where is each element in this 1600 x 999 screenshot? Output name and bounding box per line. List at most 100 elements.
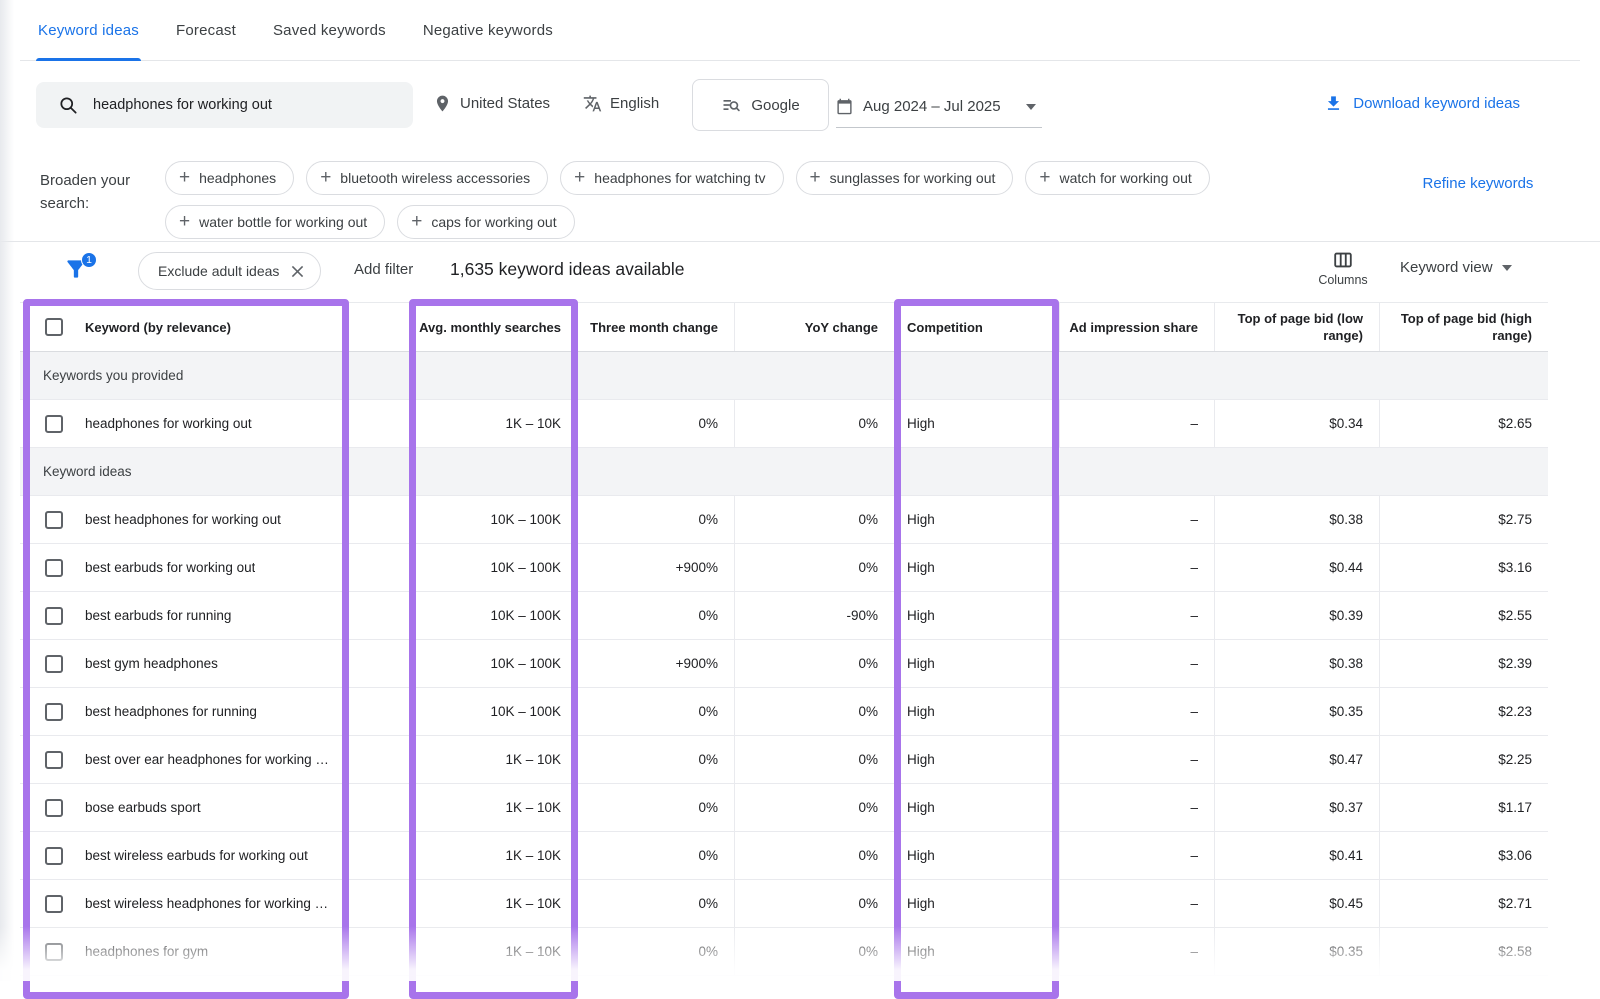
competition-cell: High xyxy=(895,784,1060,831)
keyword-text: best wireless headphones for working … xyxy=(85,896,328,911)
bid-high-cell: $2.39 xyxy=(1380,640,1548,687)
header-bid-low[interactable]: Top of page bid (low range) xyxy=(1215,303,1380,351)
table-body: Keywords you providedheadphones for work… xyxy=(20,352,1548,976)
translate-icon xyxy=(583,94,602,113)
three-month-change-cell: 0% xyxy=(578,496,735,543)
date-range-selector[interactable]: Aug 2024 – Jul 2025 xyxy=(836,86,1042,128)
table-row: best wireless earbuds for working out1K … xyxy=(20,832,1548,880)
location-label: United States xyxy=(460,95,550,112)
broaden-chip-list: +headphones +bluetooth wireless accessori… xyxy=(165,161,1280,239)
avg-monthly-searches-cell: 10K – 100K xyxy=(410,544,578,591)
filter-button[interactable]: 1 xyxy=(63,256,95,288)
header-bid-high[interactable]: Top of page bid (high range) xyxy=(1380,303,1548,351)
calendar-icon xyxy=(836,98,853,115)
broaden-chip-water-bottle-for-working-out[interactable]: +water bottle for working out xyxy=(165,205,385,239)
columns-icon xyxy=(1332,249,1354,271)
header-ad-impression-share[interactable]: Ad impression share xyxy=(1060,303,1215,351)
row-checkbox[interactable] xyxy=(45,607,63,625)
left-edge-shade xyxy=(0,0,14,981)
row-checkbox[interactable] xyxy=(45,559,63,577)
keyword-text: best headphones for working out xyxy=(85,512,281,527)
yoy-change-cell: 0% xyxy=(735,544,895,591)
row-checkbox[interactable] xyxy=(45,751,63,769)
table-header-row: Keyword (by relevance) Avg. monthly sear… xyxy=(20,302,1548,352)
add-filter-button[interactable]: Add filter xyxy=(354,261,413,278)
ad-impression-share-cell: – xyxy=(1060,544,1215,591)
keyword-text: bose earbuds sport xyxy=(85,800,201,815)
bid-low-cell: $0.47 xyxy=(1215,736,1380,783)
location-selector[interactable]: United States xyxy=(433,94,550,113)
ad-impression-share-cell: – xyxy=(1060,640,1215,687)
header-spacer xyxy=(348,303,410,351)
header-avg-monthly-searches[interactable]: Avg. monthly searches xyxy=(410,303,578,351)
avg-monthly-searches-cell: 10K – 100K xyxy=(410,688,578,735)
chevron-down-icon xyxy=(1026,104,1036,110)
row-checkbox[interactable] xyxy=(45,799,63,817)
row-checkbox[interactable] xyxy=(45,511,63,529)
broaden-chip-headphones[interactable]: +headphones xyxy=(165,161,294,195)
download-keyword-ideas-button[interactable]: Download keyword ideas xyxy=(1324,94,1520,113)
tab-forecast[interactable]: Forecast xyxy=(176,0,236,61)
section-header-keyword-ideas: Keyword ideas xyxy=(20,448,1548,496)
bid-high-cell: $2.75 xyxy=(1380,496,1548,543)
keyword-cell: best wireless headphones for working … xyxy=(20,880,348,927)
bid-low-cell: $0.45 xyxy=(1215,880,1380,927)
exclude-adult-ideas-chip[interactable]: Exclude adult ideas xyxy=(138,252,321,290)
table-row: best earbuds for running10K – 100K0%-90%… xyxy=(20,592,1548,640)
header-yoy-change[interactable]: YoY change xyxy=(735,303,895,351)
bid-low-cell: $0.37 xyxy=(1215,784,1380,831)
network-selector[interactable]: Google xyxy=(692,79,829,131)
header-competition[interactable]: Competition xyxy=(895,303,1060,351)
avg-monthly-searches-cell: 1K – 10K xyxy=(410,736,578,783)
row-checkbox[interactable] xyxy=(45,847,63,865)
broaden-chip-sunglasses-for-working-out[interactable]: +sunglasses for working out xyxy=(796,161,1014,195)
broaden-chip-caps-for-working-out[interactable]: +caps for working out xyxy=(397,205,574,239)
broaden-chip-watch-for-working-out[interactable]: +watch for working out xyxy=(1025,161,1209,195)
columns-button[interactable]: Columns xyxy=(1310,249,1376,287)
broaden-chip-bluetooth-wireless-accessories[interactable]: +bluetooth wireless accessories xyxy=(306,161,548,195)
ad-impression-share-cell: – xyxy=(1060,880,1215,927)
competition-cell: High xyxy=(895,496,1060,543)
row-checkbox[interactable] xyxy=(45,703,63,721)
ad-impression-share-cell: – xyxy=(1060,496,1215,543)
row-checkbox[interactable] xyxy=(45,655,63,673)
avg-monthly-searches-cell: 1K – 10K xyxy=(410,784,578,831)
keyword-view-dropdown[interactable]: Keyword view xyxy=(1400,259,1512,276)
avg-monthly-searches-cell: 10K – 100K xyxy=(410,496,578,543)
filter-count-badge: 1 xyxy=(81,252,97,268)
chip-label: sunglasses for working out xyxy=(830,170,996,186)
row-checkbox[interactable] xyxy=(45,415,63,433)
refine-keywords-button[interactable]: Refine keywords xyxy=(1422,172,1534,195)
plus-icon: + xyxy=(1039,168,1050,187)
keyword-cell: best earbuds for working out xyxy=(20,544,348,591)
keyword-search-input[interactable]: headphones for working out xyxy=(36,82,413,128)
language-selector[interactable]: English xyxy=(583,94,659,113)
download-label: Download keyword ideas xyxy=(1353,95,1520,112)
ad-impression-share-cell: – xyxy=(1060,784,1215,831)
close-icon[interactable] xyxy=(291,265,304,278)
yoy-change-cell: 0% xyxy=(735,736,895,783)
tab-saved-keywords[interactable]: Saved keywords xyxy=(273,0,386,61)
select-all-checkbox[interactable] xyxy=(45,318,63,336)
keyword-text: headphones for gym xyxy=(85,944,208,959)
plus-icon: + xyxy=(179,168,190,187)
avg-monthly-searches-cell: 1K – 10K xyxy=(410,400,578,447)
header-three-month-change[interactable]: Three month change xyxy=(578,303,735,351)
row-checkbox[interactable] xyxy=(45,943,63,961)
tab-negative-keywords[interactable]: Negative keywords xyxy=(423,0,553,61)
bid-low-cell: $0.38 xyxy=(1215,496,1380,543)
avg-monthly-searches-cell: 1K – 10K xyxy=(410,880,578,927)
spacer-cell xyxy=(348,784,410,831)
row-checkbox[interactable] xyxy=(45,895,63,913)
competition-cell: High xyxy=(895,832,1060,879)
bid-high-cell: $2.58 xyxy=(1380,928,1548,975)
yoy-change-cell: 0% xyxy=(735,640,895,687)
bid-low-cell: $0.39 xyxy=(1215,592,1380,639)
bid-low-cell: $0.34 xyxy=(1215,400,1380,447)
download-icon xyxy=(1324,94,1343,113)
search-icon xyxy=(58,95,79,116)
chevron-down-icon xyxy=(1502,265,1512,271)
broaden-chip-headphones-for-watching-tv[interactable]: +headphones for watching tv xyxy=(560,161,783,195)
ad-impression-share-cell: – xyxy=(1060,592,1215,639)
tab-keyword-ideas[interactable]: Keyword ideas xyxy=(38,0,139,61)
